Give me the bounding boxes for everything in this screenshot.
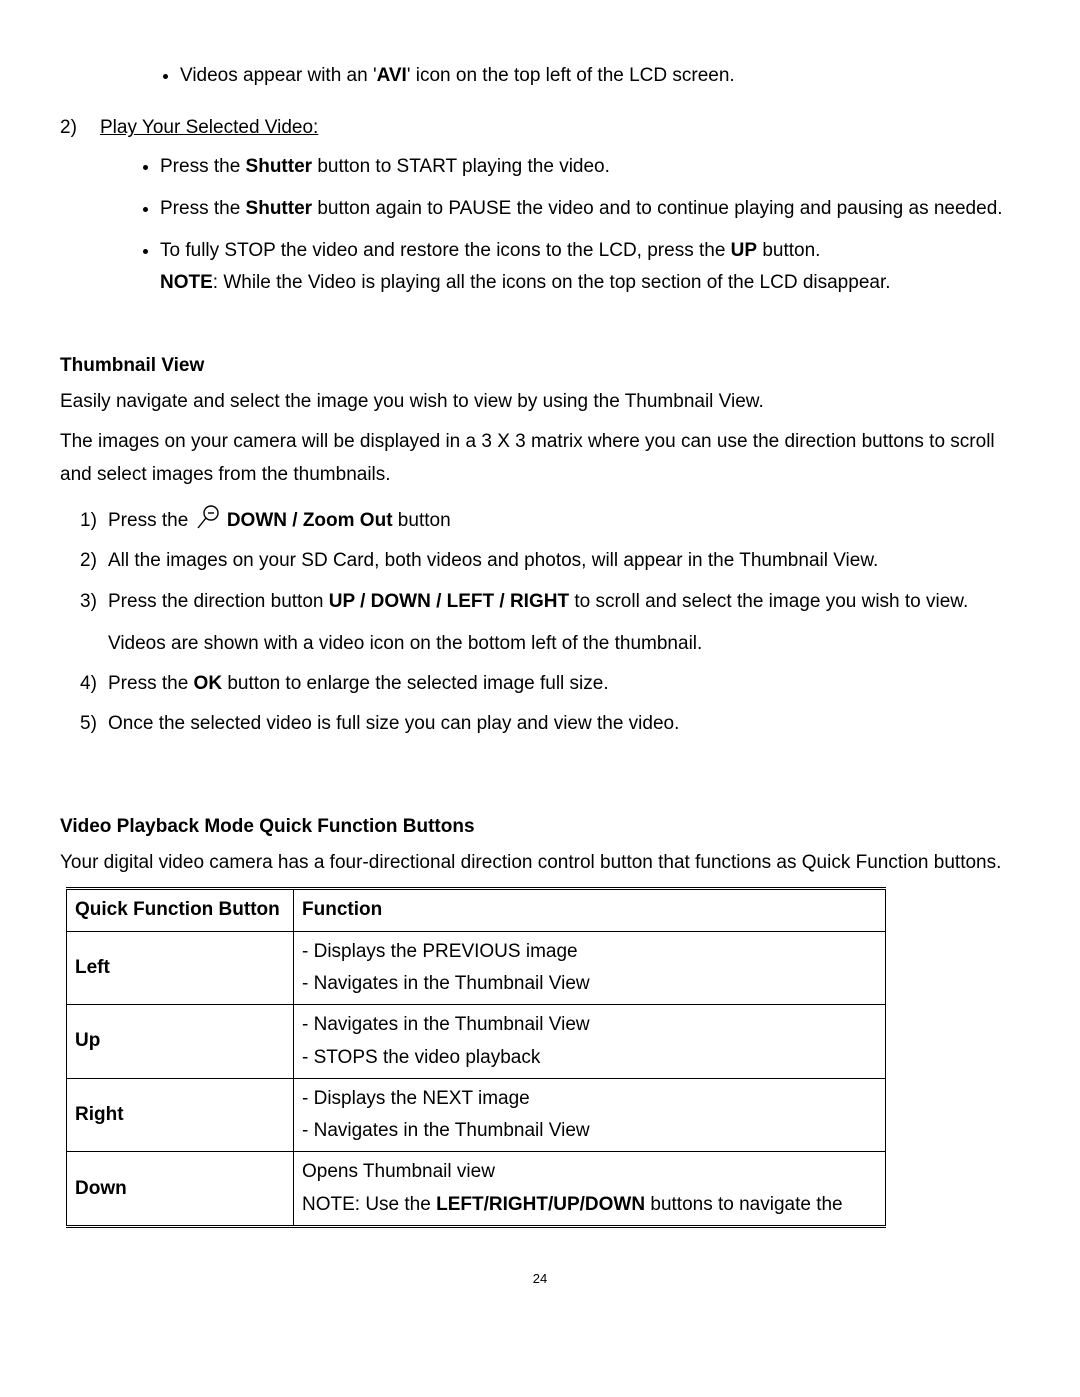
func-cell: - Displays the NEXT image - Navigates in… — [294, 1078, 886, 1152]
btn-cell: Up — [67, 1005, 294, 1079]
text: Press the — [160, 198, 246, 219]
text: button. — [757, 240, 820, 261]
play-bullets: Press the Shutter button to START playin… — [160, 151, 1020, 300]
table-row: Up - Navigates in the Thumbnail View - S… — [67, 1005, 886, 1079]
play-selected-heading-row: 2) Play Your Selected Video: — [60, 112, 1020, 144]
list-number: 2) — [80, 545, 108, 577]
video-avi-bullet-list: Videos appear with an 'AVI' icon on the … — [60, 60, 1020, 92]
func-line: - Navigates in the Thumbnail View — [302, 1009, 877, 1041]
down-zoom-label: DOWN / Zoom Out — [227, 510, 393, 531]
text: Press the direction button — [108, 591, 329, 612]
text: button — [393, 510, 451, 531]
func-cell: - Navigates in the Thumbnail View - STOP… — [294, 1005, 886, 1079]
text: Press the — [108, 510, 194, 531]
quick-function-table: Quick Function Button Function Left - Di… — [66, 887, 886, 1228]
note-label: NOTE — [160, 272, 213, 293]
btn-cell: Down — [67, 1152, 294, 1227]
step-content: Press the OK button to enlarge the selec… — [108, 668, 1020, 700]
func-line: - Navigates in the Thumbnail View — [302, 1115, 877, 1147]
text: To fully STOP the video and restore the … — [160, 240, 731, 261]
table-row: Right - Displays the NEXT image - Naviga… — [67, 1078, 886, 1152]
func-line: Opens Thumbnail view — [302, 1156, 877, 1188]
up-label: UP — [731, 240, 757, 261]
step-sub-text: Videos are shown with a video icon on th… — [108, 628, 1020, 660]
text: button again to PAUSE the video and to c… — [312, 198, 1003, 219]
list-item: 4) Press the OK button to enlarge the se… — [80, 668, 1020, 700]
func-cell: - Displays the PREVIOUS image - Navigate… — [294, 931, 886, 1005]
nav-bold: LEFT/RIGHT/UP/DOWN — [436, 1194, 645, 1215]
btn-cell: Left — [67, 931, 294, 1005]
col-function-header: Function — [294, 889, 886, 931]
note-text: : While the Video is playing all the ico… — [213, 272, 891, 293]
btn-cell: Right — [67, 1078, 294, 1152]
text: to scroll and select the image you wish … — [569, 591, 968, 612]
page-number: 24 — [60, 1268, 1020, 1290]
thumbnail-view-heading: Thumbnail View — [60, 350, 1020, 382]
text: Press the — [108, 673, 194, 694]
video-avi-bullet: Videos appear with an 'AVI' icon on the … — [180, 60, 1020, 92]
thumbnail-intro-2: The images on your camera will be displa… — [60, 426, 1020, 491]
step-content: Press the direction button UP / DOWN / L… — [108, 586, 1020, 661]
list-number: 5) — [80, 708, 108, 740]
func-cell: Opens Thumbnail view NOTE: Use the LEFT/… — [294, 1152, 886, 1227]
text: button to enlarge the selected image ful… — [222, 673, 609, 694]
list-number: 3) — [80, 586, 108, 661]
list-item: Press the Shutter button again to PAUSE … — [160, 193, 1020, 225]
text: buttons to navigate the — [645, 1194, 843, 1215]
func-line: - STOPS the video playback — [302, 1042, 877, 1074]
col-button-header: Quick Function Button — [67, 889, 294, 931]
table-header-row: Quick Function Button Function — [67, 889, 886, 931]
func-line: - Displays the NEXT image — [302, 1083, 877, 1115]
vpb-heading: Video Playback Mode Quick Function Butto… — [60, 811, 1020, 843]
avi-label: AVI — [377, 65, 407, 86]
thumbnail-intro-1: Easily navigate and select the image you… — [60, 386, 1020, 418]
shutter-label: Shutter — [246, 156, 313, 177]
step-content: Once the selected video is full size you… — [108, 708, 1020, 740]
thumbnail-steps: 1) Press the DOWN / Zoom Out button 2) A… — [60, 505, 1020, 741]
text: Press the — [160, 156, 246, 177]
list-number: 4) — [80, 668, 108, 700]
shutter-label: Shutter — [246, 198, 313, 219]
direction-label: UP / DOWN / LEFT / RIGHT — [329, 591, 569, 612]
list-item: 3) Press the direction button UP / DOWN … — [80, 586, 1020, 661]
list-item: 5) Once the selected video is full size … — [80, 708, 1020, 740]
func-line: - Navigates in the Thumbnail View — [302, 968, 877, 1000]
list-item: 2) All the images on your SD Card, both … — [80, 545, 1020, 577]
magnifier-minus-icon — [194, 503, 222, 531]
func-line: NOTE: Use the LEFT/RIGHT/UP/DOWN buttons… — [302, 1189, 877, 1221]
text: Videos appear with an ' — [180, 65, 377, 86]
ok-label: OK — [194, 673, 223, 694]
list-item: To fully STOP the video and restore the … — [160, 235, 1020, 300]
list-item: 1) Press the DOWN / Zoom Out button — [80, 505, 1020, 537]
text: NOTE: Use the — [302, 1194, 436, 1215]
list-item: Press the Shutter button to START playin… — [160, 151, 1020, 183]
vpb-intro: Your digital video camera has a four-dir… — [60, 847, 1020, 879]
list-number: 2) — [60, 112, 100, 144]
list-number: 1) — [80, 505, 108, 537]
func-line: - Displays the PREVIOUS image — [302, 936, 877, 968]
text: ' icon on the top left of the LCD screen… — [407, 65, 735, 86]
step-content: Press the DOWN / Zoom Out button — [108, 505, 1020, 537]
play-selected-heading: Play Your Selected Video: — [100, 112, 1020, 144]
step-content: All the images on your SD Card, both vid… — [108, 545, 1020, 577]
table-row: Down Opens Thumbnail view NOTE: Use the … — [67, 1152, 886, 1227]
table-row: Left - Displays the PREVIOUS image - Nav… — [67, 931, 886, 1005]
text: button to START playing the video. — [312, 156, 610, 177]
